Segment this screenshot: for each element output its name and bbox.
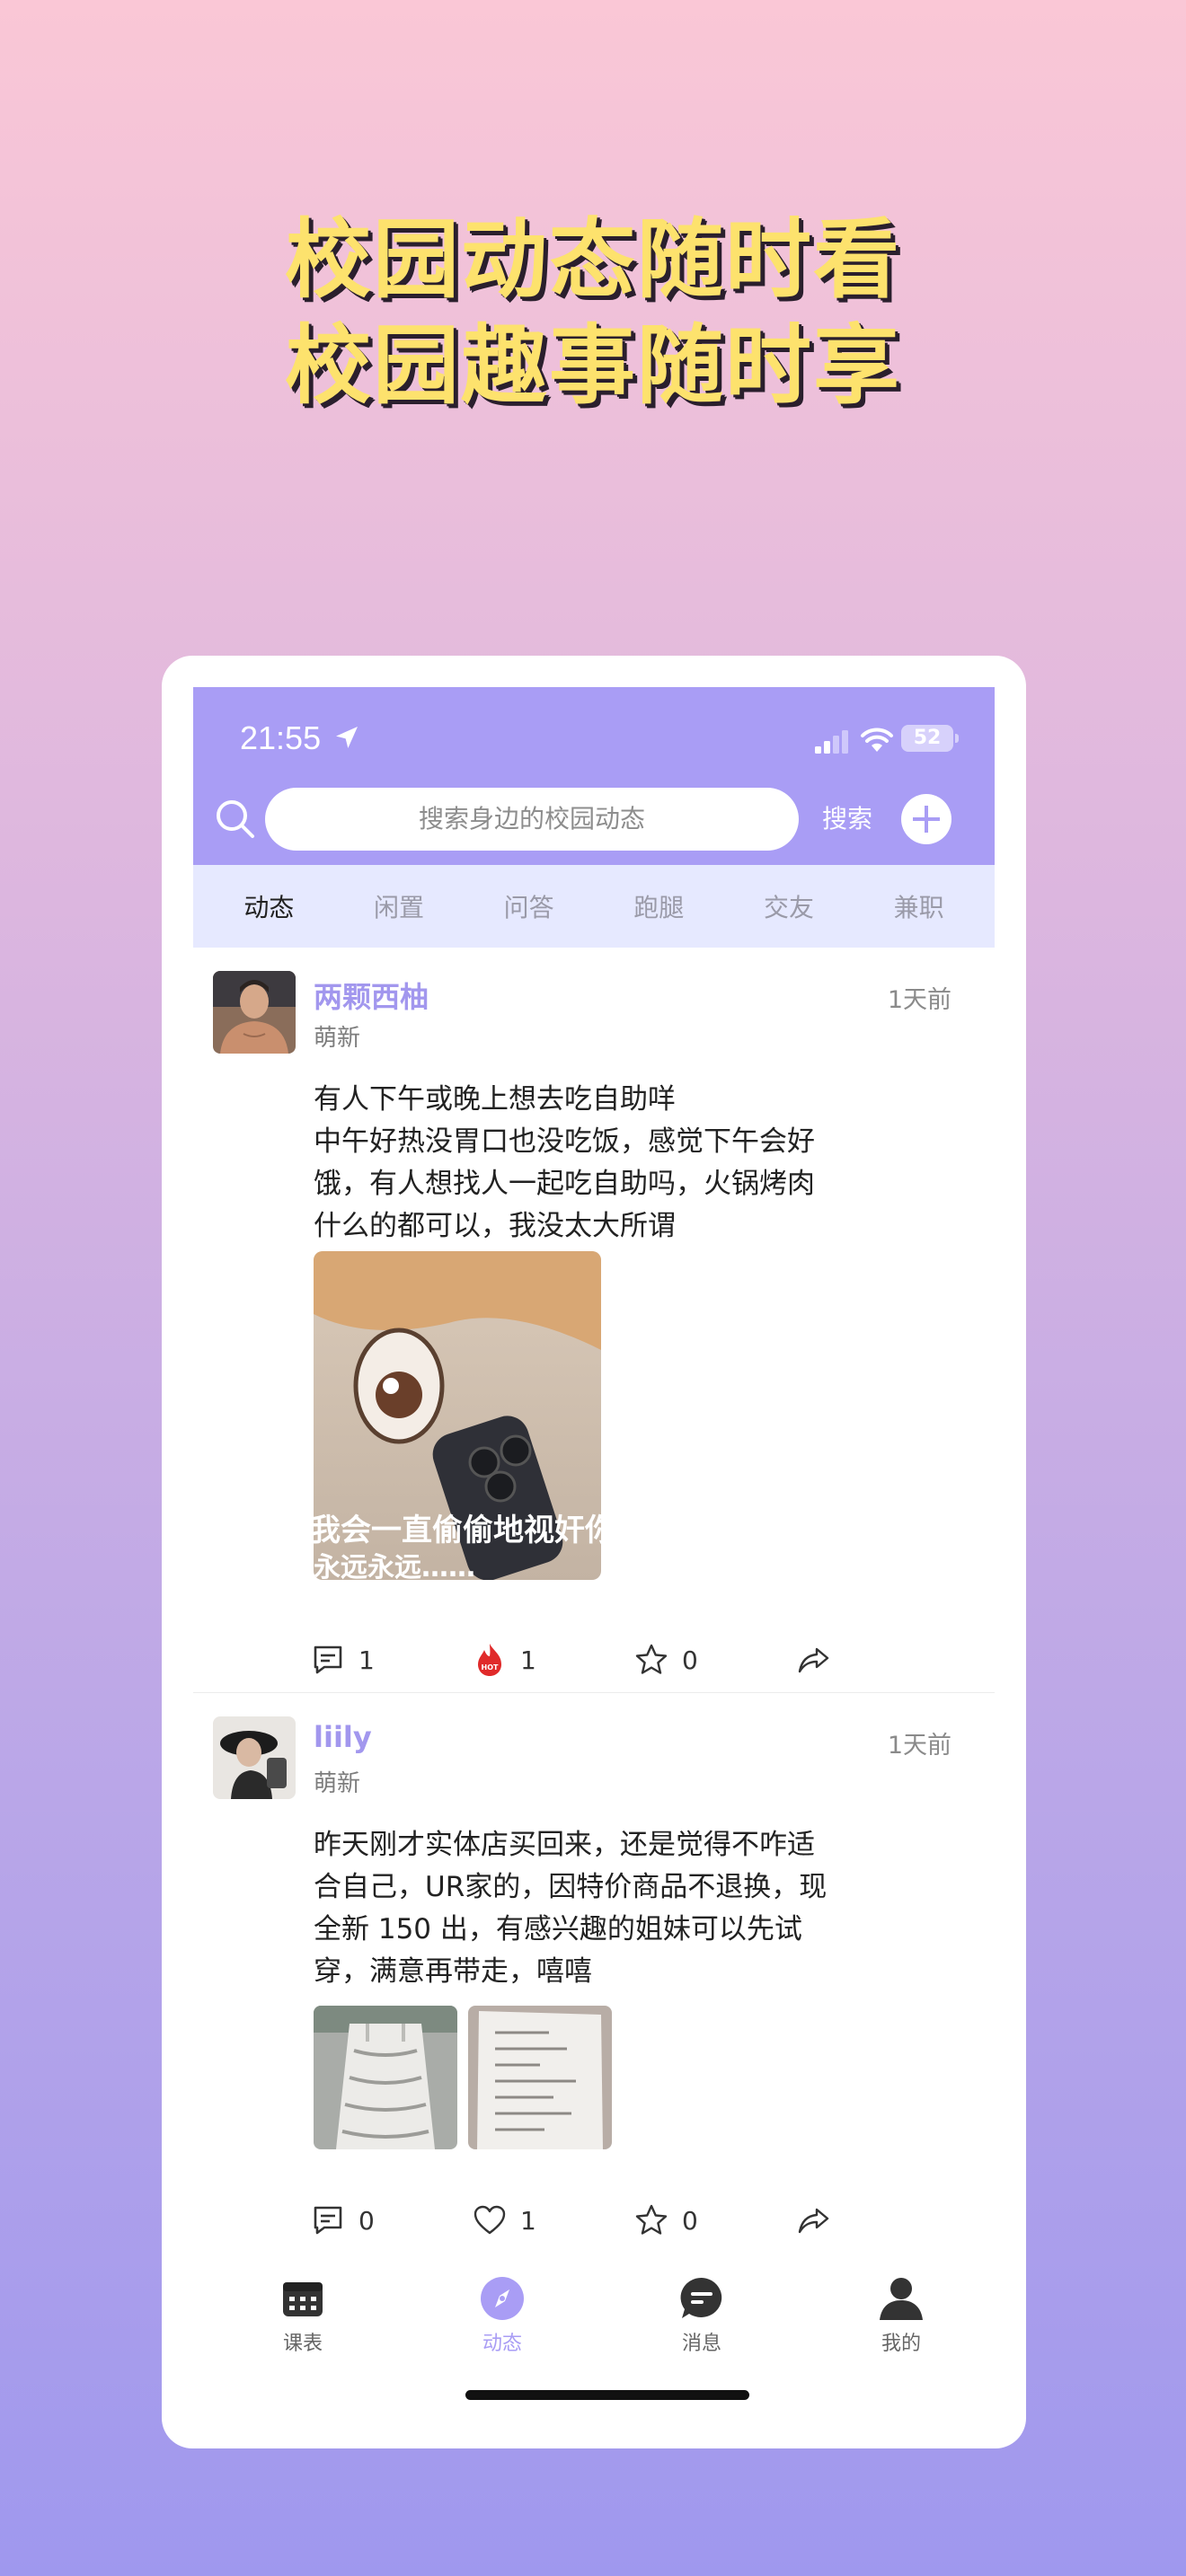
- user-level-badge: 萌新: [314, 1770, 361, 1797]
- status-time: 21:55: [240, 719, 322, 756]
- favorite-count: 0: [682, 1645, 698, 1675]
- post-image[interactable]: 我会一直偷偷地视奸你 永远永远……: [314, 1251, 601, 1580]
- wifi-icon: [861, 728, 893, 752]
- image-caption: 我会一直偷偷地视奸你: [314, 1513, 601, 1548]
- comment-icon: [314, 2206, 342, 2235]
- post-username[interactable]: 两颗西柚: [314, 975, 429, 1016]
- calendar-icon: [283, 2282, 323, 2316]
- post-card[interactable]: 两颗西柚 萌新 1天前 有人下午或晚上想去吃自助咩 中午好热没胃口也没吃饭，感觉…: [193, 948, 995, 1693]
- post-image[interactable]: [468, 2006, 612, 2149]
- post-text-line: 饿，有人想找人一起吃自助吗，火锅烤肉: [314, 1168, 815, 1200]
- home-indicator[interactable]: [465, 2390, 749, 2400]
- post-text-line: 什么的都可以，我没太大所谓: [314, 1210, 676, 1242]
- star-icon: [635, 1644, 668, 1674]
- search-icon[interactable]: [213, 797, 258, 842]
- share-button[interactable]: [795, 2198, 831, 2243]
- tab-errands[interactable]: 跑腿: [605, 888, 712, 924]
- share-icon: [798, 2208, 829, 2234]
- promo-line-2: 校园趣事随时享: [285, 315, 901, 416]
- promo-headline: 校园动态随时看 校园趣事随时享: [0, 207, 1186, 419]
- tab-parttime[interactable]: 兼职: [865, 888, 973, 924]
- post-feed: 两颗西柚 萌新 1天前 有人下午或晚上想去吃自助咩 中午好热没胃口也没吃饭，感觉…: [193, 948, 995, 2250]
- bottom-nav: 课表 动态 消息 我的: [193, 2257, 995, 2365]
- post-card[interactable]: liily 萌新 1天前 昨天刚才实体店买回来，还是觉得不咋适 合自己，UR家的…: [193, 1693, 995, 2250]
- nav-label: 消息: [681, 2333, 721, 2355]
- post-text-line: 穿，满意再带走，嘻嘻: [314, 1955, 592, 1988]
- nav-dynamics[interactable]: 动态: [448, 2275, 556, 2356]
- post-timestamp: 1天前: [887, 1732, 951, 1760]
- tab-friends[interactable]: 交友: [735, 888, 843, 924]
- like-button[interactable]: 1: [472, 2198, 536, 2243]
- share-button[interactable]: [795, 1637, 831, 1682]
- favorite-button[interactable]: 0: [633, 2198, 698, 2243]
- post-text-line: 中午好热没胃口也没吃饭，感觉下午会好: [314, 1125, 815, 1158]
- favorite-button[interactable]: 0: [633, 1637, 698, 1682]
- app-header: 21:55 52 搜索身边的校园动态 搜索: [193, 687, 995, 865]
- nav-label: 我的: [881, 2333, 921, 2355]
- favorite-count: 0: [682, 2205, 698, 2236]
- like-count: 1: [520, 2205, 536, 2236]
- nav-label: 课表: [282, 2333, 323, 2355]
- comment-button[interactable]: 1: [310, 1637, 375, 1682]
- like-count: 1: [520, 1645, 536, 1675]
- user-level-badge: 萌新: [314, 1025, 361, 1052]
- promo-line-1: 校园动态随时看: [285, 209, 901, 310]
- post-timestamp: 1天前: [887, 986, 951, 1014]
- post-text-line: 有人下午或晚上想去吃自助咩: [314, 1083, 676, 1116]
- nav-messages[interactable]: 消息: [648, 2275, 756, 2356]
- hot-like-button[interactable]: HOT 1: [472, 1637, 536, 1682]
- category-tabs: 动态 闲置 问答 跑腿 交友 兼职: [193, 865, 995, 948]
- location-arrow-icon: [336, 727, 358, 748]
- post-actions: 1 HOT 1 0: [310, 1637, 867, 1682]
- share-icon: [798, 1647, 829, 1673]
- post-content: 昨天刚才实体店买回来，还是觉得不咋适 合自己，UR家的，因特价商品不退换，现 全…: [314, 1824, 907, 1993]
- comment-button[interactable]: 0: [310, 2198, 375, 2243]
- avatar[interactable]: [213, 1716, 296, 1799]
- comment-count: 0: [358, 2205, 375, 2236]
- search-input[interactable]: 搜索身边的校园动态: [265, 788, 799, 851]
- nav-profile[interactable]: 我的: [847, 2275, 955, 2356]
- status-bar: 21:55 52: [193, 687, 995, 786]
- tab-dynamics[interactable]: 动态: [215, 888, 323, 924]
- nav-label: 动态: [482, 2333, 522, 2355]
- nav-schedule[interactable]: 课表: [249, 2275, 357, 2356]
- image-caption-2: 永远永远……: [314, 1552, 475, 1580]
- avatar[interactable]: [213, 971, 296, 1054]
- star-icon: [635, 2204, 668, 2235]
- post-text-line: 昨天刚才实体店买回来，还是觉得不咋适: [314, 1829, 815, 1861]
- post-actions: 0 1 0: [310, 2198, 867, 2243]
- heart-icon: [474, 2205, 506, 2235]
- compass-icon: [481, 2277, 524, 2320]
- add-post-button[interactable]: [901, 794, 951, 844]
- post-content: 有人下午或晚上想去吃自助咩 中午好热没胃口也没吃饭，感觉下午会好 饿，有人想找人…: [314, 1079, 907, 1248]
- tab-secondhand[interactable]: 闲置: [345, 888, 453, 924]
- comment-icon: [314, 1645, 342, 1674]
- app-screen: 21:55 52 搜索身边的校园动态 搜索 动态 闲置 问答 跑腿 交友 兼职 …: [193, 687, 995, 2417]
- message-icon: [680, 2277, 722, 2318]
- post-text-line: 全新 150 出，有感兴趣的姐妹可以先试: [314, 1913, 802, 1945]
- person-icon: [880, 2278, 923, 2320]
- search-button[interactable]: 搜索: [822, 788, 872, 851]
- post-image[interactable]: [314, 2006, 457, 2149]
- svg-text:HOT: HOT: [482, 1663, 499, 1672]
- post-text-line: 合自己，UR家的，因特价商品不退换，现: [314, 1871, 828, 1903]
- phone-frame: 21:55 52 搜索身边的校园动态 搜索 动态 闲置 问答 跑腿 交友 兼职 …: [162, 656, 1026, 2448]
- search-row: 搜索身边的校园动态 搜索: [193, 788, 995, 852]
- hot-flame-icon: HOT: [478, 1644, 501, 1676]
- comment-count: 1: [358, 1645, 375, 1675]
- cellular-signal-icon: [815, 730, 848, 754]
- tab-qa[interactable]: 问答: [475, 888, 583, 924]
- battery-icon: 52: [901, 725, 959, 752]
- post-username[interactable]: liily: [314, 1720, 372, 1754]
